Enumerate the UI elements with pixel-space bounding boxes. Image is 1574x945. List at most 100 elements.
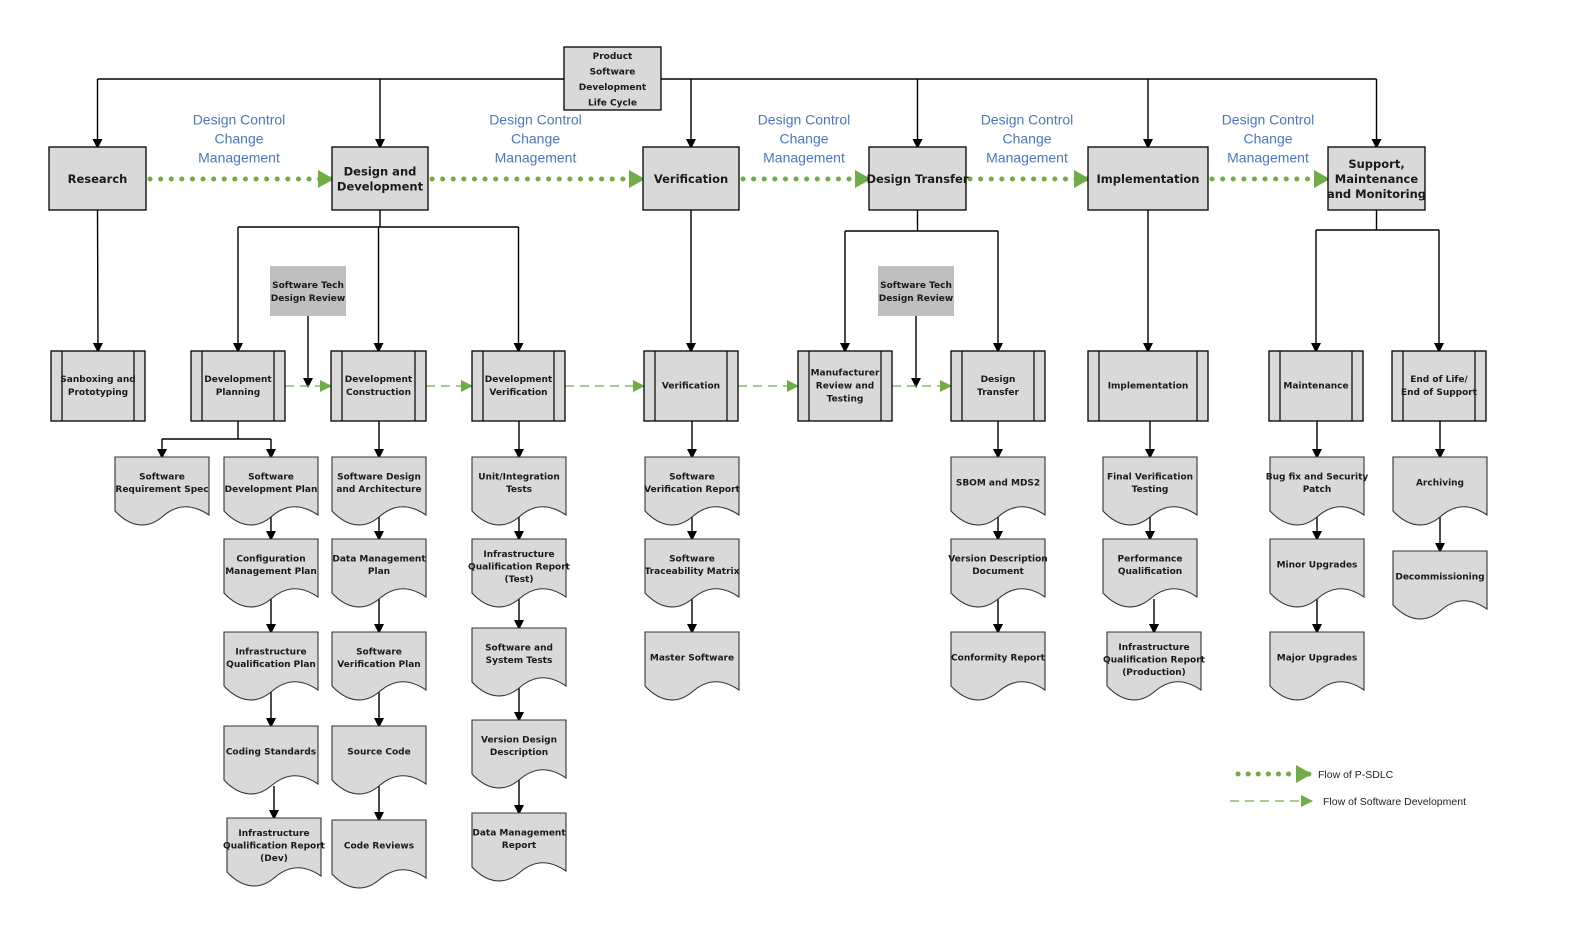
document-label-iqr-prod: (Production) bbox=[1122, 668, 1186, 678]
subprocess-box-end-of-life bbox=[1391, 350, 1487, 422]
document-label-decommissioning: Decommissioning bbox=[1395, 573, 1484, 583]
phase-label-support: Maintenance bbox=[1335, 172, 1419, 186]
document-label-archiving: Archiving bbox=[1416, 479, 1464, 489]
document-master-software bbox=[644, 631, 740, 701]
document-label-coding-standards: Coding Standards bbox=[226, 748, 316, 758]
subprocess-box-design-transfer-sub bbox=[950, 350, 1046, 422]
document-label-srs: Software bbox=[139, 472, 185, 482]
subprocess-label-manufacturer-review: Review and bbox=[816, 382, 874, 392]
document-source-code bbox=[331, 725, 427, 795]
document-label-iqr-dev: Qualification Report bbox=[223, 842, 326, 852]
document-label-system-tests: Software and bbox=[485, 643, 553, 653]
phase-label-design-transfer: Design Transfer bbox=[866, 172, 968, 186]
document-label-sda: and Architecture bbox=[336, 485, 421, 495]
document-label-stm: Traceability Matrix bbox=[645, 567, 740, 577]
document-label-vdd-design: Version Design bbox=[481, 735, 557, 745]
design-control-change-management-label: Management bbox=[1227, 150, 1309, 166]
document-label-vdd: Version Description bbox=[948, 554, 1047, 564]
design-control-change-management-label: Design Control bbox=[1222, 112, 1315, 128]
document-label-iqr-prod: Qualification Report bbox=[1103, 656, 1206, 666]
document-label-bugfix: Bug fix and Security bbox=[1266, 472, 1369, 482]
review-label: Design Review bbox=[879, 294, 953, 304]
design-control-change-management-label: Management bbox=[198, 150, 280, 166]
document-label-svp: Verification Plan bbox=[337, 660, 420, 670]
design-control-change-management-label: Change bbox=[511, 131, 560, 147]
design-control-change-management-label: Design Control bbox=[758, 112, 851, 128]
phase-box-design-dev bbox=[331, 146, 429, 211]
subprocess-label-manufacturer-review: Testing bbox=[827, 395, 864, 405]
document-label-iqr-prod: Infrastructure bbox=[1118, 643, 1189, 653]
subprocess-label-implementation-sub: Implementation bbox=[1108, 382, 1189, 392]
phase-label-verification: Verification bbox=[654, 172, 728, 186]
subprocess-label-design-transfer-sub: Transfer bbox=[977, 388, 1019, 398]
review-label: Design Review bbox=[271, 294, 345, 304]
document-label-major-upgrades: Major Upgrades bbox=[1277, 654, 1357, 664]
subprocess-label-maintenance: Maintenance bbox=[1283, 382, 1348, 392]
phase-label-implementation: Implementation bbox=[1097, 172, 1200, 186]
document-label-iqr-test: Qualification Report bbox=[468, 563, 571, 573]
document-conformity bbox=[950, 631, 1046, 701]
document-label-code-reviews: Code Reviews bbox=[344, 842, 414, 852]
document-label-bugfix: Patch bbox=[1303, 485, 1331, 495]
phase-label-research: Research bbox=[68, 172, 128, 186]
document-label-pq: Qualification bbox=[1118, 567, 1182, 577]
diagram-shapes bbox=[48, 46, 1488, 889]
subprocess-label-end-of-life: End of Life/ bbox=[1410, 375, 1468, 385]
document-label-fvt: Testing bbox=[1132, 485, 1169, 495]
document-minor-upgrades bbox=[1269, 538, 1365, 608]
subprocess-box-dev-verification bbox=[471, 350, 566, 422]
design-control-change-management-label: Change bbox=[214, 131, 263, 147]
document-label-cmp: Management Plan bbox=[225, 567, 317, 577]
document-code-reviews bbox=[331, 819, 427, 889]
document-coding-standards bbox=[223, 725, 319, 795]
document-label-iqr-test: (Test) bbox=[505, 575, 534, 585]
design-control-change-management-label: Design Control bbox=[981, 112, 1074, 128]
root-label: Life Cycle bbox=[588, 98, 637, 108]
subprocess-label-dev-construction: Construction bbox=[346, 388, 411, 398]
subprocess-label-sandboxing: Sanboxing and bbox=[60, 375, 135, 385]
document-decommissioning bbox=[1392, 550, 1488, 620]
design-control-change-management-label: Management bbox=[986, 150, 1068, 166]
software-tech-design-review-box bbox=[878, 266, 954, 316]
design-control-change-management-label: Design Control bbox=[193, 112, 286, 128]
document-label-conformity: Conformity Report bbox=[951, 654, 1046, 664]
subprocess-label-dev-construction: Development bbox=[345, 375, 413, 385]
document-label-minor-upgrades: Minor Upgrades bbox=[1277, 561, 1358, 571]
document-label-dmp: Plan bbox=[368, 567, 390, 577]
subprocess-box-sandboxing bbox=[50, 350, 146, 422]
connector-lines bbox=[92, 78, 1445, 822]
design-control-change-management-label: Design Control bbox=[489, 112, 582, 128]
subprocess-label-manufacturer-review: Manufacturer bbox=[811, 369, 880, 379]
subprocess-label-verification-sub: Verification bbox=[662, 382, 720, 392]
design-control-change-management-label: Change bbox=[1002, 131, 1051, 147]
document-sbom bbox=[950, 456, 1046, 526]
document-label-sdp: Development Plan bbox=[225, 485, 318, 495]
document-label-cmp: Configuration bbox=[236, 554, 305, 564]
document-label-iqr-dev: (Dev) bbox=[260, 854, 288, 864]
phase-label-support: Support, bbox=[1348, 157, 1404, 171]
review-label: Software Tech bbox=[880, 281, 952, 291]
software-tech-design-review-box bbox=[270, 266, 346, 316]
subprocess-label-sandboxing: Prototyping bbox=[68, 388, 128, 398]
document-label-source-code: Source Code bbox=[347, 748, 410, 758]
document-label-dmr: Data Management bbox=[472, 828, 566, 838]
document-archiving bbox=[1392, 456, 1488, 526]
document-major-upgrades bbox=[1269, 631, 1365, 701]
document-label-stm: Software bbox=[669, 554, 715, 564]
document-label-sbom: SBOM and MDS2 bbox=[956, 479, 1040, 489]
document-label-vdd-design: Description bbox=[490, 748, 548, 758]
document-label-dmp: Data Management bbox=[332, 554, 426, 564]
document-label-system-tests: System Tests bbox=[486, 656, 553, 666]
document-label-dmr: Report bbox=[502, 841, 537, 851]
document-label-iqp: Qualification Plan bbox=[226, 660, 316, 670]
root-label: Product bbox=[593, 52, 633, 62]
document-label-pq: Performance bbox=[1118, 554, 1183, 564]
document-label-svp: Software bbox=[356, 647, 402, 657]
document-label-vdd: Document bbox=[972, 567, 1024, 577]
phase-label-design-dev: Development bbox=[337, 180, 424, 194]
subprocess-box-dev-construction bbox=[330, 350, 427, 422]
design-control-change-management-label: Change bbox=[779, 131, 828, 147]
document-label-svr: Software bbox=[669, 472, 715, 482]
design-control-change-management-label: Change bbox=[1243, 131, 1292, 147]
document-label-iqp: Infrastructure bbox=[235, 647, 306, 657]
